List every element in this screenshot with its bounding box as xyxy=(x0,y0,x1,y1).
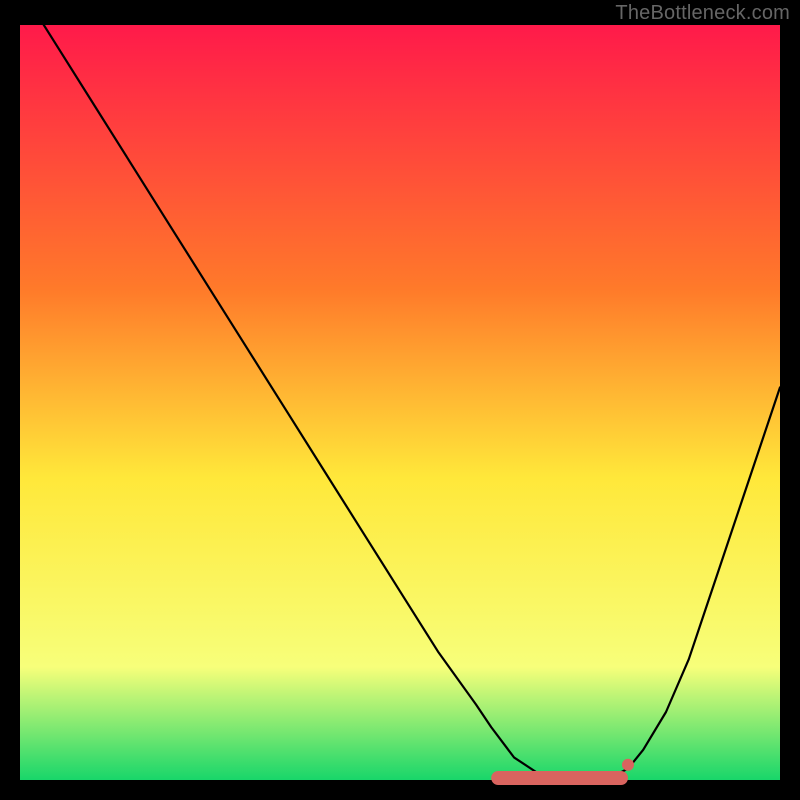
optimal-range-marker xyxy=(491,771,628,785)
optimal-point-marker xyxy=(622,759,634,771)
bottleneck-chart-svg xyxy=(0,0,800,800)
gradient-background xyxy=(20,25,780,780)
watermark-text: TheBottleneck.com xyxy=(615,2,790,25)
chart-container: TheBottleneck.com xyxy=(0,0,800,800)
